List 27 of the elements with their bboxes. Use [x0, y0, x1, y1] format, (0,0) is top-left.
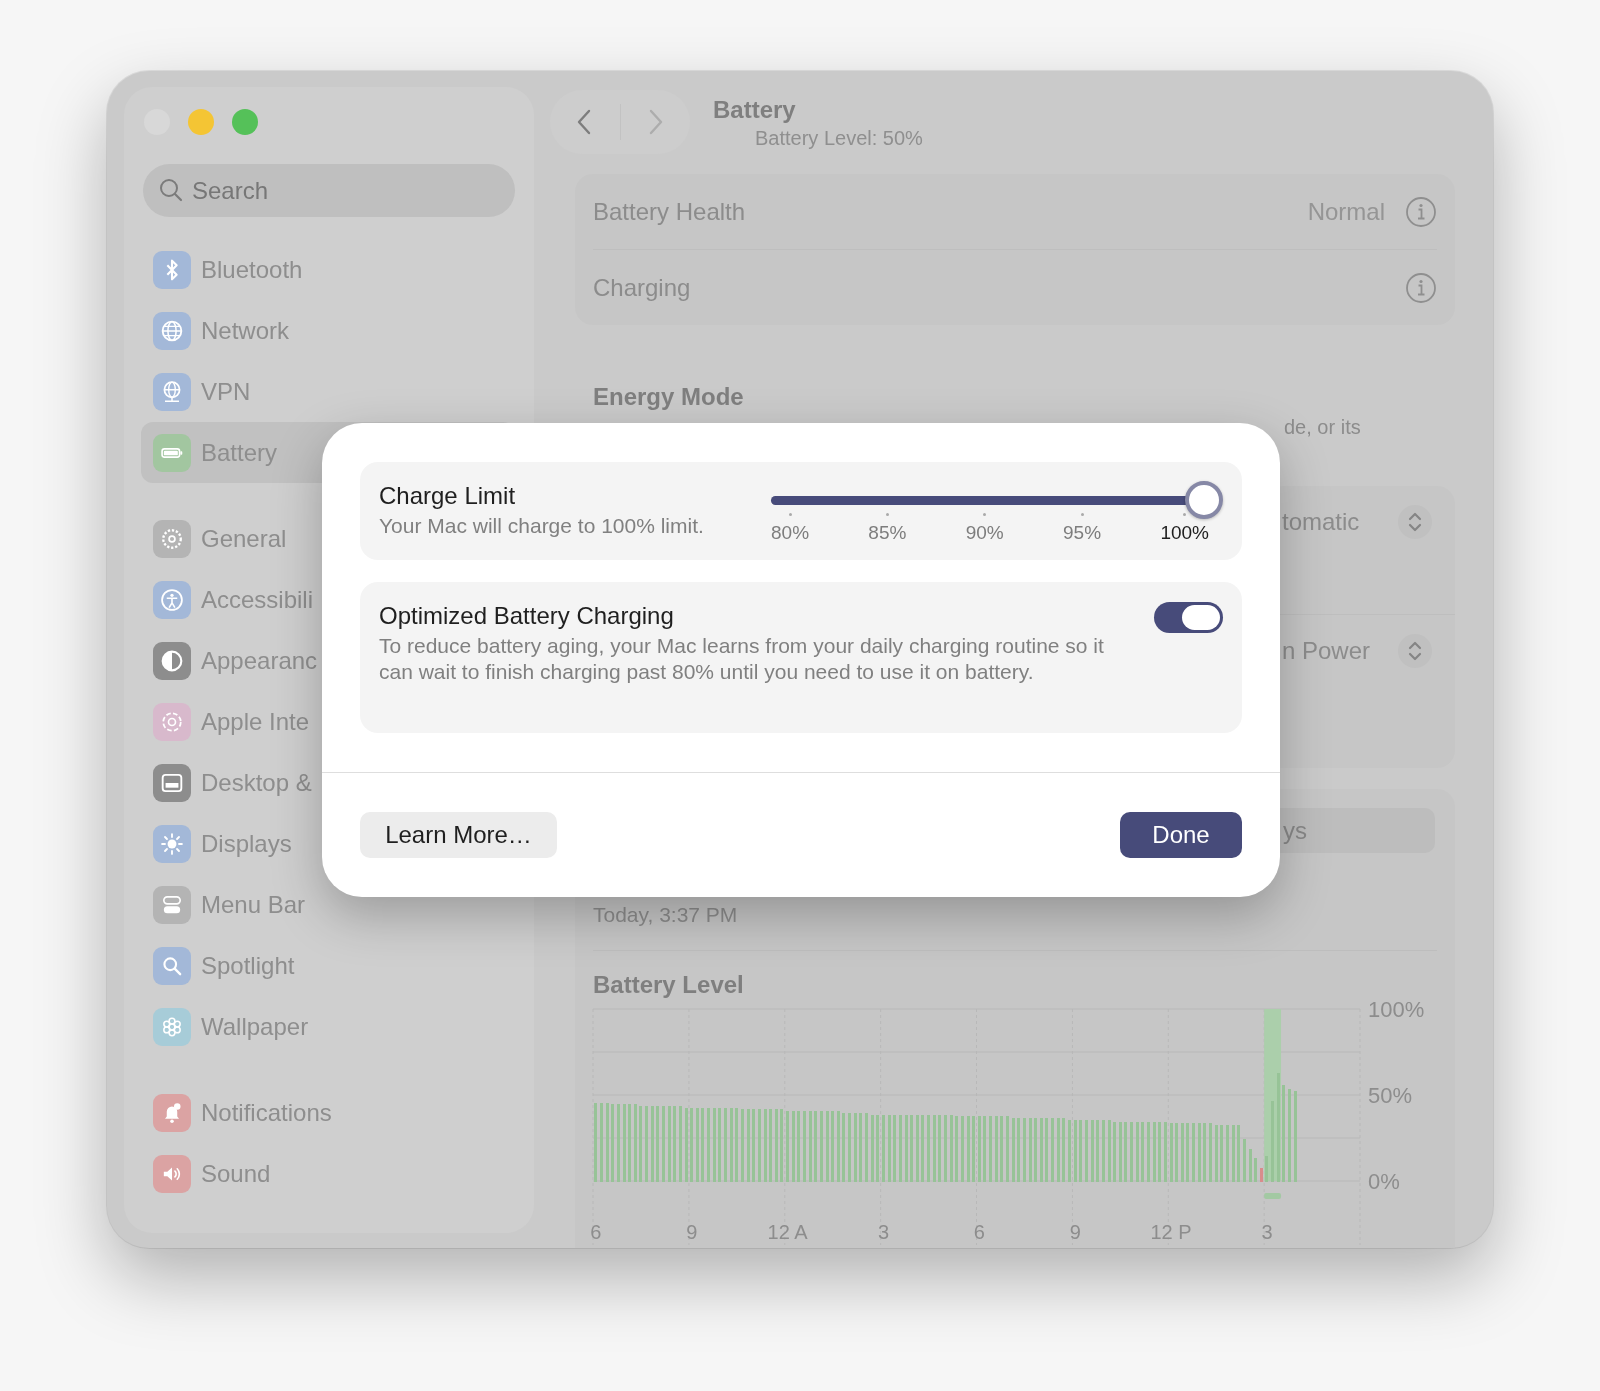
row-label: Charging	[593, 273, 691, 302]
page-subtitle: Battery Level: 50%	[754, 127, 923, 150]
setting-title: Optimized Battery Charging	[379, 602, 675, 630]
axis-label: 12 A	[767, 1221, 808, 1243]
tick-label: 100%	[1160, 522, 1209, 544]
chart-title: Battery Level	[593, 971, 745, 999]
page-title: Battery	[713, 96, 797, 124]
axis-label: 3	[877, 1221, 889, 1243]
tick-label: 85%	[868, 522, 907, 544]
axis-label: 0%	[1368, 1168, 1400, 1194]
setting-description: Your Mac will charge to 100% limit.	[379, 513, 704, 539]
tick-label: 90%	[965, 522, 1004, 544]
axis-label: 6	[973, 1221, 985, 1243]
axis-label: 6	[590, 1221, 602, 1243]
setting-description: To reduce battery aging, your Mac learns from your daily charging routine so it can wait to finish charging past 80% until you need to use it on battery.	[379, 633, 1105, 685]
section-heading: Energy Mode	[593, 383, 745, 411]
row-label: Battery Health	[593, 197, 746, 226]
axis-label: 3	[1261, 1221, 1273, 1243]
axis-label: 50%	[1368, 1082, 1413, 1108]
axis-label: 9	[1069, 1221, 1081, 1243]
tick-label: 80%	[771, 522, 810, 544]
axis-label: 9	[686, 1221, 698, 1243]
section-description: de, or its	[1284, 415, 1362, 439]
axis-label: 12 P	[1150, 1221, 1192, 1243]
setting-title: Charge Limit	[379, 482, 517, 510]
tick-label: 95%	[1063, 522, 1102, 544]
axis-label: 100%	[1368, 999, 1425, 1022]
